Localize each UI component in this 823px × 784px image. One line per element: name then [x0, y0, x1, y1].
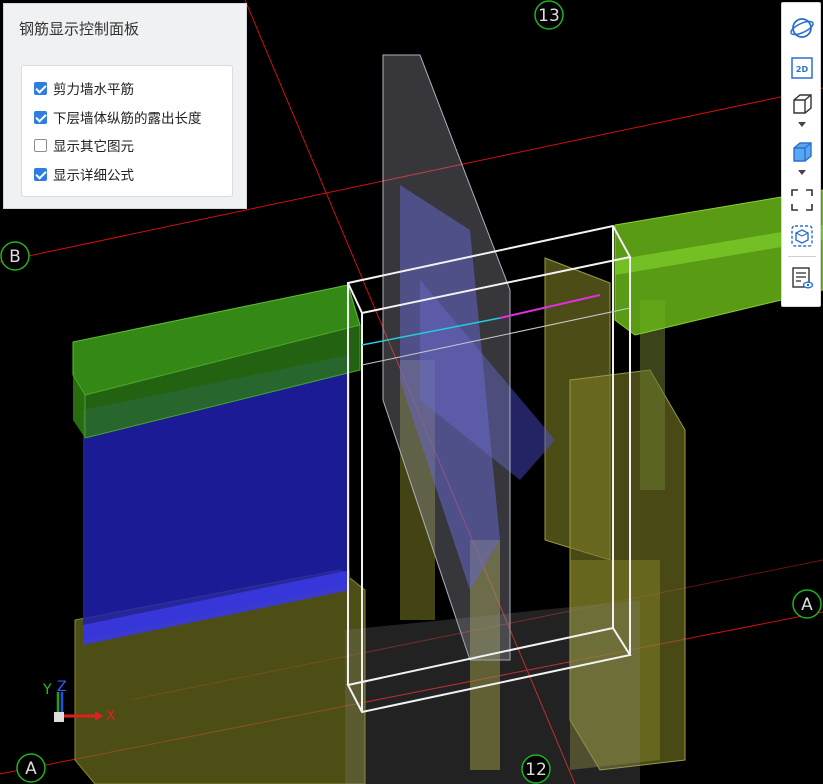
option-label: 显示详细公式 [53, 168, 134, 184]
grid-bubble-12: 12 [521, 754, 551, 784]
toolbar-divider [788, 256, 816, 257]
rebar-display-control-panel: 钢筋显示控制面板 剪力墙水平筋 下层墙体纵筋的露出长度 显示其它图元 显示详细公… [3, 3, 247, 209]
svg-text:12: 12 [525, 760, 547, 780]
panel-title: 钢筋显示控制面板 [19, 20, 140, 38]
option-show-other-elements[interactable]: 显示其它图元 [34, 134, 134, 156]
box-select-icon[interactable] [788, 187, 816, 213]
chevron-down-icon[interactable] [788, 165, 816, 179]
grid-bubble-13: 13 [534, 0, 564, 30]
checkbox-checked[interactable] [34, 81, 47, 95]
view-toolbar: 2D [781, 2, 821, 307]
axis-z-label: Z [57, 679, 67, 695]
2d-view-icon[interactable]: 2D [788, 55, 816, 81]
single-cube-icon[interactable] [788, 223, 816, 249]
svg-text:B: B [9, 247, 21, 267]
axis-x-label: X [106, 708, 116, 724]
svg-text:A: A [801, 595, 813, 615]
floor-slab [345, 600, 640, 784]
orbit-icon[interactable] [788, 15, 816, 41]
axis-y-label: Y [42, 682, 52, 698]
properties-view-icon[interactable] [788, 265, 816, 291]
axis-triad: X Y Z [42, 679, 116, 724]
svg-text:13: 13 [538, 6, 560, 26]
svg-text:A: A [25, 759, 37, 779]
option-label: 剪力墙水平筋 [53, 82, 134, 98]
option-show-detailed-formula[interactable]: 显示详细公式 [34, 163, 134, 185]
option-list: 剪力墙水平筋 下层墙体纵筋的露出长度 显示其它图元 显示详细公式 [21, 65, 233, 197]
checkbox-checked[interactable] [34, 110, 47, 124]
grid-bubble-b: B [0, 241, 30, 271]
chevron-down-icon[interactable] [788, 117, 816, 131]
option-label: 显示其它图元 [53, 139, 134, 155]
option-lower-wall-rebar-exposure[interactable]: 下层墙体纵筋的露出长度 [34, 106, 202, 128]
option-label: 下层墙体纵筋的露出长度 [53, 111, 202, 127]
wireframe-cube-icon[interactable] [788, 91, 816, 117]
checkbox-checked[interactable] [34, 167, 47, 181]
checkbox-unchecked[interactable] [34, 138, 47, 152]
grid-bubble-a-left: A [16, 753, 46, 783]
3d-viewport[interactable]: 13 12 B A A 钢筋显示控制面板 剪力墙水平筋 下层墙体纵筋的露出长度 … [0, 0, 823, 784]
solid-cube-icon[interactable] [788, 139, 816, 165]
option-shear-wall-horizontal-rebar[interactable]: 剪力墙水平筋 [34, 77, 134, 99]
svg-text:2D: 2D [796, 65, 809, 74]
grid-bubble-a-right: A [792, 589, 822, 619]
